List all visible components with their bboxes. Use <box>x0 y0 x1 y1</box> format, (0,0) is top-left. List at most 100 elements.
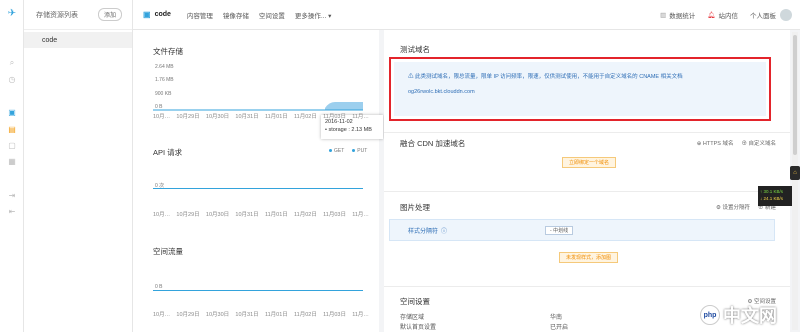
separator-settings-link[interactable]: ⚙ 设置分隔符 <box>716 203 750 211</box>
tab-mirror[interactable]: 镜像存储 <box>223 10 249 20</box>
x-tick-label: 10月31日 <box>235 312 259 318</box>
mouse-icon[interactable]: ⌂ <box>790 166 800 180</box>
tab-more[interactable]: 更多操作... ▾ <box>295 10 332 20</box>
top-right-menu: ▥ 数据统计 🔔︎ 站内信 个人面板 <box>660 0 792 30</box>
x-axis-labels: 10月… 10月29日 10月30日 10月31日 11月01日 11月02日 … <box>153 310 369 318</box>
x-tick-label: 11月02日 <box>294 114 317 120</box>
storage-area-fill <box>325 102 363 110</box>
test-domain-inner: ⚠ 此类测试域名，限总流量，限单 IP 访问频率，限速，仅供测试使用，不能用于自… <box>394 62 766 116</box>
download-value: 24.1 KB/s <box>763 196 784 201</box>
x-axis-labels: 10月… 10月29日 10月30日 10月31日 11月01日 11月02日 … <box>153 210 369 218</box>
logo-icon[interactable]: ✈ <box>7 8 17 19</box>
separator-settings-label: 设置分隔符 <box>722 205 750 211</box>
x-tick-label: 11月… <box>352 312 369 318</box>
add-bucket-button[interactable]: 添加 <box>97 8 122 21</box>
cdn-links: ⊕ HTTPS 域名 ⊕ 自定义域名 <box>697 139 776 147</box>
index-value: 已开启 <box>550 325 569 331</box>
test-domain-value[interactable]: og26rwolc.bkt.clouddn.com <box>408 89 752 95</box>
messages-link[interactable]: 🔔︎ 站内信 <box>707 10 738 20</box>
export-icon[interactable]: ⇤ <box>7 206 17 216</box>
x-tick-label: 10月30日 <box>205 312 230 318</box>
add-style-button[interactable]: 未发现样式，添加图 <box>559 252 619 263</box>
stats-panel: 文件存储 2.64 MB 1.76 MB 900 KB 0 B 2016-11-… <box>133 30 383 332</box>
sidebar-title: 存储资源列表 <box>36 11 78 19</box>
scrollbar-thumb[interactable] <box>793 35 797 155</box>
box-icon[interactable]: ▢ <box>7 140 17 150</box>
x-tick-label: 10月… <box>153 212 171 218</box>
bucket-sidebar: 存储资源列表 添加 code <box>24 0 133 332</box>
traffic-chart: 0 B 10月… 10月29日 10月30日 10月31日 11月01日 11月… <box>153 282 369 322</box>
x-tick-label: 10月… <box>153 312 171 318</box>
x-tick-label: 10月29日 <box>176 312 200 318</box>
sidebar-item-code[interactable]: code <box>24 32 132 48</box>
storage-chart: 2.64 MB 1.76 MB 900 KB 0 B 2016-11-02 • … <box>153 60 383 150</box>
api-title: API 请求 <box>153 148 183 157</box>
user-menu[interactable]: 个人面板 <box>750 9 792 21</box>
bucket-name: ▣ code <box>143 10 171 19</box>
upload-value: 30.1 KB/s <box>763 189 784 194</box>
x-tick-label: 10月29日 <box>176 114 200 120</box>
x-tick-label: 10月… <box>153 114 171 120</box>
import-icon[interactable]: ⇥ <box>7 190 17 200</box>
x-tick-label: 11月02日 <box>294 212 317 218</box>
legend-dot <box>352 149 356 153</box>
download-speed: ↓ 24.1 KB/s <box>760 196 784 201</box>
style-separator-label: 样式分隔符 <box>408 228 439 235</box>
style-separator-row: 样式分隔符 ⓘ - 中划线 <box>389 219 775 241</box>
divider <box>384 286 790 287</box>
stats-label: 数据统计 <box>669 13 696 20</box>
https-domain-link[interactable]: ⊕ HTTPS 域名 <box>697 139 734 147</box>
x-tick-label: 11月01日 <box>264 212 288 218</box>
warning-text: 此类测试域名，限总流量，限单 IP 访问频率，限速，仅供测试使用，不能用于自定义… <box>415 74 683 80</box>
tab-content[interactable]: 内容管理 <box>187 10 213 20</box>
api-baseline <box>153 188 363 189</box>
settings-panel: 测试域名 ⚠ 此类测试域名，限总流量，限单 IP 访问频率，限速，仅供测试使用，… <box>384 30 790 332</box>
storage-area <box>153 102 363 111</box>
cdn-title: 融合 CDN 加速域名 <box>400 139 466 148</box>
divider <box>384 132 790 133</box>
image-icon[interactable]: ▤ <box>7 124 17 134</box>
media-icon[interactable]: ▦ <box>7 156 17 166</box>
test-domain-box: ⚠ 此类测试域名，限总流量，限单 IP 访问频率，限速，仅供测试使用，不能用于自… <box>389 57 771 121</box>
custom-label: 自定义域名 <box>748 141 776 147</box>
api-chart: 0 次 10月… 10月29日 10月30日 10月31日 11月01日 11月… <box>153 180 369 220</box>
x-tick-label: 10月31日 <box>235 212 259 218</box>
x-tick-label: 10月31日 <box>235 114 259 120</box>
legend-get-label: GET <box>334 148 345 154</box>
top-bar: ▣ code 内容管理 镜像存储 空间设置 更多操作... ▾ ▥ 数据统计 🔔︎… <box>133 0 800 30</box>
icon-rail: ✈ ⌕ ◷ ▣ ▤ ▢ ▦ ⇥ ⇤ <box>0 0 24 332</box>
x-tick-label: 10月30日 <box>205 212 230 218</box>
bind-domain-button[interactable]: 立即绑定一个域名 <box>562 157 617 168</box>
region-value: 华南 <box>550 315 563 321</box>
traffic-title: 空间流量 <box>153 247 183 256</box>
avatar <box>780 9 792 21</box>
bell-icon: 🔔︎ <box>707 12 716 19</box>
region-row: 存储区域 华南 <box>400 312 562 321</box>
stats-link[interactable]: ▥ 数据统计 <box>660 10 695 20</box>
warning-icon: ⚠ <box>408 74 416 80</box>
user-label: 个人面板 <box>750 13 776 20</box>
space-title: 空间设置 <box>400 297 430 306</box>
x-tick-label: 10月30日 <box>205 114 230 120</box>
custom-domain-link[interactable]: ⊕ 自定义域名 <box>741 139 776 147</box>
chevron-down-icon: ▾ <box>328 12 332 20</box>
x-tick-label: 11月02日 <box>294 312 317 318</box>
watermark-text: 中文网 <box>723 306 777 327</box>
tab-settings[interactable]: 空间设置 <box>259 10 285 20</box>
storage-title: 文件存储 <box>153 47 183 56</box>
storage-icon[interactable]: ▣ <box>7 107 17 117</box>
tab-bar: 内容管理 镜像存储 空间设置 更多操作... ▾ <box>187 10 332 20</box>
sidebar-header: 存储资源列表 添加 <box>24 0 132 30</box>
index-row: 默认首页设置 已开启 <box>400 322 568 331</box>
https-label: HTTPS 域名 <box>702 141 734 147</box>
chart-icon: ▥ <box>660 12 667 19</box>
legend-dot <box>329 149 332 153</box>
x-tick-label: 11月03日 <box>323 114 346 120</box>
clock-icon[interactable]: ◷ <box>7 74 17 84</box>
x-tick-label: 11月… <box>352 212 369 218</box>
more-label: 更多操作... <box>294 12 327 20</box>
network-speed-widget: ↑ 30.1 KB/s ↓ 24.1 KB/s <box>758 186 792 206</box>
legend-put: PUT <box>352 148 367 154</box>
search-icon[interactable]: ⌕ <box>7 58 17 68</box>
x-tick-label: 11月01日 <box>264 312 288 318</box>
